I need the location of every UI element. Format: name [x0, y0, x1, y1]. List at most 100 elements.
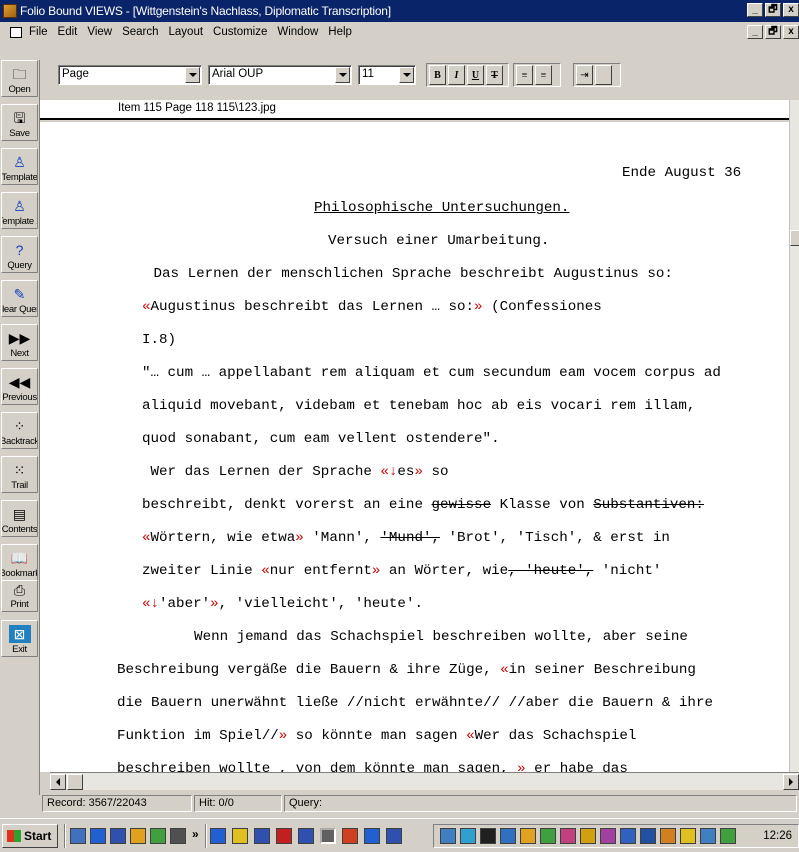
- contents-button[interactable]: ▤ Contents: [1, 500, 38, 537]
- tray-db-icon[interactable]: [640, 828, 656, 844]
- quicklaunch-more-icon[interactable]: »: [192, 827, 199, 841]
- task-word3-icon[interactable]: [386, 828, 402, 844]
- location-line: Item 115 Page 118 115\123.jpg: [40, 100, 799, 120]
- desktop-icon[interactable]: [70, 828, 86, 844]
- menu-customize[interactable]: Customize: [208, 26, 272, 38]
- indent-button[interactable]: ⇥: [576, 65, 593, 85]
- task-browser2-icon[interactable]: [364, 828, 380, 844]
- template-button[interactable]: ♙ Template: [1, 148, 38, 185]
- menu-search[interactable]: Search: [117, 26, 163, 38]
- backtrack-label: Backtrack: [1, 436, 38, 447]
- task-search-icon[interactable]: [232, 828, 248, 844]
- exit-label: Exit: [12, 644, 27, 655]
- menu-window[interactable]: Window: [272, 26, 323, 38]
- template2-button[interactable]: ♙ Template 2: [1, 192, 38, 229]
- revision-mark: «: [500, 662, 509, 678]
- task-word-icon[interactable]: [254, 828, 270, 844]
- browser-icon[interactable]: [90, 828, 106, 844]
- align-justify-button[interactable]: ≡: [535, 65, 552, 85]
- tray-pen-icon[interactable]: [600, 828, 616, 844]
- document-area[interactable]: Ende August 36 Philosophische Untersuchun…: [40, 122, 789, 772]
- document-line: Wer das Lernen der Sprache «↓es» so: [142, 463, 449, 481]
- chevron-down-icon[interactable]: [185, 67, 200, 83]
- save-button[interactable]: 🖫 Save: [1, 104, 38, 141]
- document-line: Ende August 36: [622, 164, 741, 182]
- contents-icon: ▤: [12, 506, 27, 522]
- menu-help[interactable]: Help: [323, 26, 357, 38]
- backtrack-button[interactable]: ⁘ Backtrack: [1, 412, 38, 449]
- tray-folder-icon[interactable]: [520, 828, 536, 844]
- tray-clipboard-icon[interactable]: [500, 828, 516, 844]
- task-app-icon[interactable]: [342, 828, 358, 844]
- tray-lock-icon[interactable]: [660, 828, 676, 844]
- chevron-down-icon[interactable]: [335, 67, 350, 83]
- trail-button[interactable]: ⁙ Trail: [1, 456, 38, 493]
- word-icon[interactable]: [110, 828, 126, 844]
- previous-button[interactable]: ◀◀ Previous: [1, 368, 38, 405]
- restore-button[interactable]: 🗗: [765, 3, 781, 17]
- tray-plant-icon[interactable]: [720, 828, 736, 844]
- tray-display-icon[interactable]: [460, 828, 476, 844]
- clear-query-button[interactable]: ✎ Clear Query: [1, 280, 38, 317]
- close-button[interactable]: x: [783, 3, 799, 17]
- document-line: die Bauern unerwähnt ließe //nicht erwäh…: [117, 694, 713, 712]
- exit-button[interactable]: ⊠ Exit: [1, 620, 38, 657]
- font-select[interactable]: Arial OUP: [208, 65, 352, 85]
- task-browser-icon[interactable]: [210, 828, 226, 844]
- template1-icon: ♙: [13, 154, 26, 170]
- horizontal-scroll-thumb[interactable]: [67, 774, 83, 790]
- bookmark-button[interactable]: 📖 Bookmark: [1, 544, 38, 581]
- menu-file[interactable]: File: [24, 26, 53, 38]
- print-label: Print: [10, 599, 29, 610]
- task-acrobat-icon[interactable]: [276, 828, 292, 844]
- next-button[interactable]: ▶▶ Next: [1, 324, 38, 361]
- text-segment: Funktion im Spiel//: [117, 728, 279, 744]
- text-segment: 'aber': [159, 596, 211, 612]
- doc-restore-button[interactable]: 🗗: [765, 25, 781, 39]
- scroll-right-button[interactable]: [783, 774, 799, 790]
- tray-star-icon[interactable]: [580, 828, 596, 844]
- tray-sun-icon[interactable]: [680, 828, 696, 844]
- tab-button[interactable]: [595, 65, 612, 85]
- align-left-button[interactable]: ≡: [516, 65, 533, 85]
- style-select[interactable]: Page: [58, 65, 202, 85]
- vertical-scrollbar[interactable]: [789, 100, 799, 772]
- underline-button[interactable]: U: [467, 65, 484, 85]
- tray-network-icon[interactable]: [440, 828, 456, 844]
- tray-shield-icon[interactable]: [700, 828, 716, 844]
- tray-tool-icon[interactable]: [540, 828, 556, 844]
- print-button[interactable]: ⎙ Print: [1, 580, 38, 612]
- start-button[interactable]: Start: [2, 824, 58, 848]
- contents-label: Contents: [1, 524, 38, 535]
- text-segment: so: [422, 464, 449, 480]
- task-word2-icon[interactable]: [298, 828, 314, 844]
- horizontal-scrollbar[interactable]: [50, 772, 799, 790]
- document-icon[interactable]: [10, 26, 22, 38]
- doc-close-button[interactable]: x: [783, 25, 799, 39]
- document-line: Versuch einer Umarbeitung.: [328, 232, 549, 250]
- text-segment: Wenn jemand das Schachspiel beschreiben …: [160, 629, 688, 645]
- bold-button[interactable]: B: [429, 65, 446, 85]
- media-icon[interactable]: [170, 828, 186, 844]
- query-button[interactable]: ? Query: [1, 236, 38, 273]
- app-icon-green[interactable]: [150, 828, 166, 844]
- menu-view[interactable]: View: [82, 26, 117, 38]
- tray-paint-icon[interactable]: [560, 828, 576, 844]
- chevron-down-icon[interactable]: [399, 67, 414, 83]
- size-select[interactable]: 11: [358, 65, 416, 85]
- doc-minimize-button[interactable]: _: [747, 25, 763, 39]
- italic-button[interactable]: I: [448, 65, 465, 85]
- menu-edit[interactable]: Edit: [53, 26, 83, 38]
- task-folio-icon[interactable]: [320, 828, 336, 844]
- folder-icon[interactable]: [130, 828, 146, 844]
- vertical-scroll-thumb[interactable]: [790, 230, 799, 246]
- open-button[interactable]: 🗀 Open: [1, 60, 38, 97]
- menu-layout[interactable]: Layout: [164, 26, 209, 38]
- revision-mark: »: [414, 464, 423, 480]
- minimize-button[interactable]: _: [747, 3, 763, 17]
- strikethrough-button[interactable]: T: [486, 65, 503, 85]
- tray-monitor-icon[interactable]: [480, 828, 496, 844]
- scroll-left-button[interactable]: [50, 774, 66, 790]
- tray-disk-icon[interactable]: [620, 828, 636, 844]
- document-line: I.8): [142, 331, 176, 349]
